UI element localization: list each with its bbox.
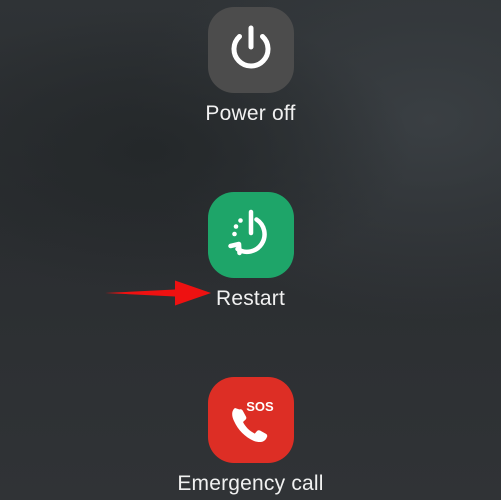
restart-icon [227, 209, 267, 256]
power-menu: Power off Restart SOS Emergency call [0, 0, 501, 500]
emergency-call-option[interactable]: SOS Emergency call [0, 377, 501, 496]
restart-option[interactable]: Restart [0, 192, 501, 311]
emergency-call-label: Emergency call [177, 472, 324, 495]
restart-button[interactable] [207, 192, 294, 278]
power-off-button[interactable] [207, 7, 294, 93]
power-off-option[interactable]: Power off [0, 7, 501, 126]
red-arrow-icon [105, 280, 211, 306]
sos-badge-text: SOS [246, 399, 274, 414]
power-icon [231, 25, 270, 69]
sos-phone-icon: SOS [231, 399, 274, 443]
power-off-label: Power off [205, 102, 296, 125]
emergency-call-button[interactable]: SOS [207, 377, 294, 463]
restart-label: Restart [215, 287, 286, 310]
